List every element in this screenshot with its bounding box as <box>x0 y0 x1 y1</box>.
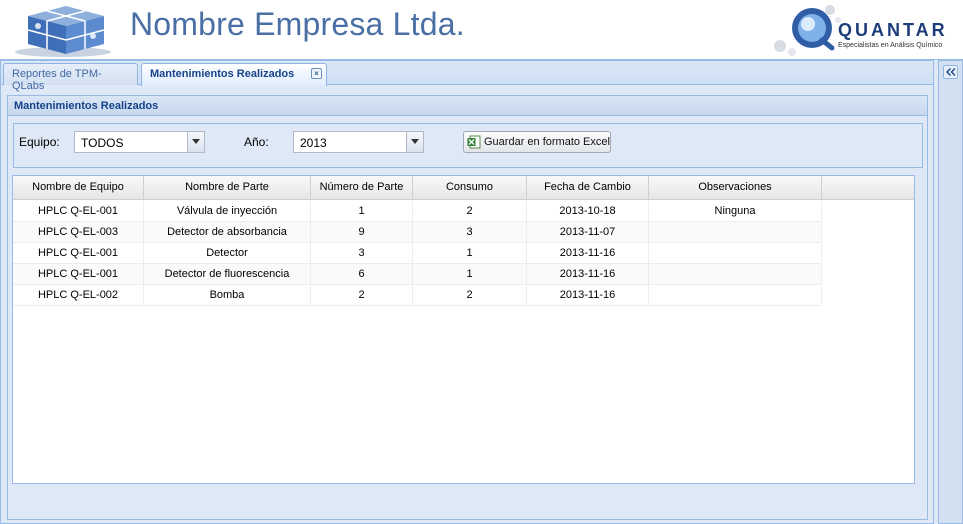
cell-numero-parte: 6 <box>311 264 413 284</box>
cell-observaciones <box>649 243 822 263</box>
tab-label: Mantenimientos Realizados <box>150 68 295 80</box>
double-chevron-left-icon <box>946 68 956 76</box>
column-header-consumo[interactable]: Consumo <box>413 176 527 199</box>
column-header-numero-parte[interactable]: Número de Parte <box>311 176 413 199</box>
cell-consumo: 1 <box>413 264 527 284</box>
chevron-down-icon <box>192 139 200 144</box>
equipo-dropdown-trigger[interactable] <box>187 132 204 152</box>
grid-header: Nombre de Equipo Nombre de Parte Número … <box>13 176 914 200</box>
anio-value: 2013 <box>300 136 327 150</box>
filter-toolbar: Equipo: TODOS Año: 2013 Guardar en forma… <box>13 123 923 168</box>
cell-fecha-cambio: 2013-11-07 <box>527 222 649 242</box>
table-row[interactable]: HPLC Q-EL-001 Válvula de inyección 1 2 2… <box>13 201 822 222</box>
cell-numero-parte: 2 <box>311 285 413 305</box>
cell-consumo: 1 <box>413 243 527 263</box>
cube-logo-icon <box>15 6 111 57</box>
cell-numero-parte: 3 <box>311 243 413 263</box>
cell-consumo: 2 <box>413 201 527 221</box>
cell-numero-parte: 1 <box>311 201 413 221</box>
anio-select[interactable]: 2013 <box>293 131 424 153</box>
brand-tagline: Especialistas en Análisis Químico <box>838 42 943 49</box>
cell-nombre-parte: Detector de fluorescencia <box>144 264 311 284</box>
tab-label: Reportes de TPM-QLabs <box>12 68 102 92</box>
cell-numero-parte: 9 <box>311 222 413 242</box>
cell-observaciones: Ninguna <box>649 201 822 221</box>
cell-observaciones <box>649 222 822 242</box>
cell-observaciones <box>649 285 822 305</box>
cell-fecha-cambio: 2013-11-16 <box>527 264 649 284</box>
export-excel-button[interactable]: Guardar en formato Excel <box>463 131 611 153</box>
app-header: Nombre Empresa Ltda. QUANTAR Especialist… <box>0 0 963 60</box>
column-header-fecha-cambio[interactable]: Fecha de Cambio <box>527 176 649 199</box>
cell-consumo: 3 <box>413 222 527 242</box>
cell-observaciones <box>649 264 822 284</box>
close-icon[interactable]: × <box>311 68 322 79</box>
column-header-nombre-equipo[interactable]: Nombre de Equipo <box>13 176 144 199</box>
cell-fecha-cambio: 2013-11-16 <box>527 285 649 305</box>
table-row[interactable]: HPLC Q-EL-002 Bomba 2 2 2013-11-16 <box>13 285 822 306</box>
cell-fecha-cambio: 2013-11-16 <box>527 243 649 263</box>
equipo-label: Equipo: <box>19 135 60 149</box>
table-row[interactable]: HPLC Q-EL-001 Detector 3 1 2013-11-16 <box>13 243 822 264</box>
column-header-nombre-parte[interactable]: Nombre de Parte <box>144 176 311 199</box>
chevron-down-icon <box>411 139 419 144</box>
table-row[interactable]: HPLC Q-EL-003 Detector de absorbancia 9 … <box>13 222 822 243</box>
excel-icon <box>467 135 481 149</box>
table-row[interactable]: HPLC Q-EL-001 Detector de fluorescencia … <box>13 264 822 285</box>
cell-nombre-parte: Válvula de inyección <box>144 201 311 221</box>
maintenance-grid: Nombre de Equipo Nombre de Parte Número … <box>12 175 915 484</box>
anio-dropdown-trigger[interactable] <box>406 132 423 152</box>
tab-reportes-tpm-qlabs[interactable]: Reportes de TPM-QLabs <box>3 63 138 92</box>
panel-title: Mantenimientos Realizados <box>8 96 927 116</box>
cell-nombre-equipo: HPLC Q-EL-001 <box>13 201 144 221</box>
tab-strip: Reportes de TPM-QLabs Mantenimientos Rea… <box>1 61 933 92</box>
brand-name: QUANTAR <box>838 20 948 40</box>
cell-nombre-parte: Bomba <box>144 285 311 305</box>
cell-nombre-equipo: HPLC Q-EL-001 <box>13 243 144 263</box>
column-header-observaciones[interactable]: Observaciones <box>649 176 822 199</box>
cell-nombre-parte: Detector <box>144 243 311 263</box>
cell-nombre-equipo: HPLC Q-EL-003 <box>13 222 144 242</box>
cell-nombre-parte: Detector de absorbancia <box>144 222 311 242</box>
east-collapsed-panel <box>938 60 963 524</box>
cell-fecha-cambio: 2013-10-18 <box>527 201 649 221</box>
cell-nombre-equipo: HPLC Q-EL-001 <box>13 264 144 284</box>
tab-mantenimientos-realizados[interactable]: Mantenimientos Realizados × <box>141 63 327 86</box>
expand-panel-button[interactable] <box>943 65 958 79</box>
cell-nombre-equipo: HPLC Q-EL-002 <box>13 285 144 305</box>
export-excel-label: Guardar en formato Excel <box>484 136 610 148</box>
company-title: Nombre Empresa Ltda. <box>130 6 465 42</box>
equipo-value: TODOS <box>81 136 124 150</box>
cell-consumo: 2 <box>413 285 527 305</box>
anio-label: Año: <box>244 135 269 149</box>
equipo-select[interactable]: TODOS <box>74 131 205 153</box>
